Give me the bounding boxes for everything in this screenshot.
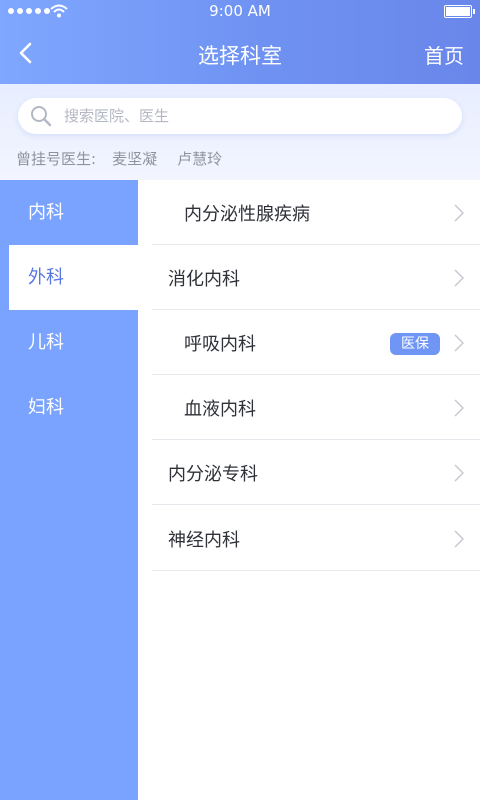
search-icon [31, 106, 52, 127]
recent-doctors: 曾挂号医生: 麦坚凝 卢慧玲 [16, 148, 242, 169]
page-title: 选择科室 [198, 44, 282, 68]
search-input[interactable] [64, 98, 454, 134]
search-bar[interactable] [18, 98, 462, 134]
sidebar-item-gynecology[interactable]: 妇科 [0, 375, 138, 440]
department-label: 神经内科 [168, 530, 240, 551]
category-sidebar: 内科 外科 儿科 妇科 [0, 180, 138, 800]
battery-icon [444, 5, 475, 18]
department-label: 消化内科 [168, 269, 240, 290]
department-label: 血液内科 [184, 399, 256, 420]
chevron-right-icon [454, 530, 464, 548]
department-label: 内分泌专科 [168, 464, 258, 485]
header: 9:00 AM 选择科室 首页 [0, 0, 480, 84]
recent-doctors-label: 曾挂号医生: [16, 150, 97, 168]
recent-doctor-link[interactable]: 麦坚凝 [112, 148, 157, 169]
chevron-right-icon [454, 204, 464, 222]
list-item[interactable]: 内分泌专科 [152, 440, 480, 505]
sidebar-item-pediatrics[interactable]: 儿科 [0, 310, 138, 375]
list-item[interactable]: 消化内科 [152, 245, 480, 310]
department-label: 内分泌性腺疾病 [184, 204, 310, 225]
sidebar-item-surgery[interactable]: 外科 [9, 245, 138, 310]
list-item[interactable]: 血液内科 [152, 375, 480, 440]
nav-bar: 选择科室 首页 [0, 24, 480, 84]
chevron-right-icon [454, 464, 464, 482]
status-bar: 9:00 AM [0, 0, 480, 24]
list-item[interactable]: 内分泌性腺疾病 [152, 180, 480, 245]
department-label: 呼吸内科 [184, 334, 256, 355]
sidebar-item-internal-medicine[interactable]: 内科 [0, 180, 138, 245]
list-item[interactable]: 呼吸内科 医保 [152, 310, 480, 375]
recent-doctor-link[interactable]: 卢慧玲 [177, 148, 222, 169]
status-time: 9:00 AM [209, 2, 271, 20]
list-item[interactable]: 神经内科 [152, 506, 480, 571]
chevron-right-icon [454, 399, 464, 417]
chevron-right-icon [454, 334, 464, 352]
home-link[interactable]: 首页 [424, 40, 464, 69]
insurance-badge: 医保 [390, 333, 440, 355]
search-area: 曾挂号医生: 麦坚凝 卢慧玲 [0, 84, 480, 180]
chevron-right-icon [454, 269, 464, 287]
